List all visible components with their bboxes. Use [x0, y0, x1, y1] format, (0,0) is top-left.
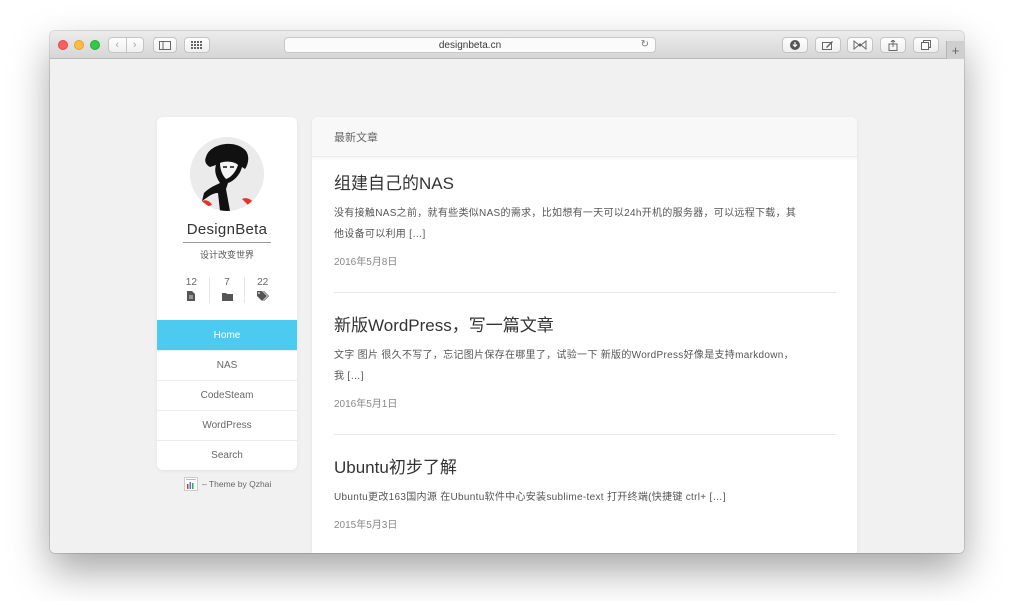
post-item: Ubuntu初步了解 Ubuntu更改163国内源 在Ubuntu软件中心安装s…: [334, 457, 836, 531]
bowtie-icon: [853, 40, 867, 50]
url-text: designbeta.cn: [438, 39, 502, 51]
site-tagline: 设计改变世界: [199, 250, 254, 260]
post-item: 新版WordPress，写一篇文章 文字 图片 很久不写了，忘记图片保存在哪里了…: [334, 315, 836, 410]
post-excerpt: Ubuntu更改163国内源 在Ubuntu软件中心安装sublime-text…: [334, 492, 726, 503]
stat-posts[interactable]: 12: [174, 277, 209, 303]
pencil-icon: [822, 41, 833, 50]
tabs-icon: [921, 40, 931, 50]
menu-item-search[interactable]: Search: [157, 440, 297, 470]
window-controls: [58, 40, 100, 50]
site-name[interactable]: DesignBeta: [157, 221, 297, 238]
tabs-overview-button[interactable]: [913, 37, 939, 53]
post-divider: [334, 434, 836, 435]
menu-item-wordpress[interactable]: WordPress: [157, 410, 297, 440]
close-window-button[interactable]: [58, 40, 68, 50]
post-date: 2016年5月1日: [334, 399, 398, 410]
stat-tags-count: 22: [257, 277, 269, 288]
browser-toolbar: ‹ › designbeta.cn ↻ +: [50, 31, 964, 59]
section-title: 最新文章: [312, 117, 857, 157]
stat-categories[interactable]: 7: [208, 277, 245, 303]
back-button[interactable]: ‹: [109, 38, 126, 52]
browser-window: ‹ › designbeta.cn ↻ + DesignBeta 设计改变世界 …: [50, 31, 964, 553]
address-bar[interactable]: designbeta.cn ↻: [284, 37, 656, 53]
share-icon: [888, 39, 898, 51]
grid-icon: [191, 41, 202, 49]
tags-icon: [256, 291, 269, 301]
menu-item-codesteam[interactable]: CodeSteam: [157, 380, 297, 410]
navigation-buttons: ‹ ›: [108, 37, 144, 53]
page-viewport: DesignBeta 设计改变世界 12 7 22 Home NAS CodeS…: [50, 60, 964, 553]
latest-posts-panel: 最新文章 组建自己的NAS 没有接触NAS之前，就有些类似NAS的需求，比如想有…: [312, 117, 857, 553]
menu-item-home[interactable]: Home: [157, 320, 297, 350]
top-sites-button[interactable]: [184, 37, 210, 53]
theme-credit-text[interactable]: – Theme by Qzhai: [202, 479, 271, 489]
site-stats: 12 7 22: [174, 277, 280, 303]
post-date: 2015年5月3日: [334, 520, 398, 531]
theme-logo-icon[interactable]: [184, 477, 198, 491]
forward-button[interactable]: ›: [125, 38, 144, 52]
post-title[interactable]: Ubuntu初步了解: [334, 457, 836, 479]
sidebar-toggle-button[interactable]: [153, 37, 177, 53]
minimize-window-button[interactable]: [74, 40, 84, 50]
share-button[interactable]: [880, 37, 906, 53]
folder-icon: [221, 291, 233, 301]
zoom-window-button[interactable]: [90, 40, 100, 50]
post-excerpt: 没有接触NAS之前，就有些类似NAS的需求，比如想有一天可以24h开机的服务器，…: [334, 208, 797, 240]
reader-button[interactable]: [847, 37, 873, 53]
stat-categories-count: 7: [224, 277, 230, 288]
post-excerpt: 文字 图片 很久不写了，忘记图片保存在哪里了，试验一下 新版的WordPress…: [334, 350, 794, 382]
post-divider: [334, 292, 836, 293]
post-date: 2016年5月8日: [334, 257, 398, 268]
file-icon: [187, 291, 196, 301]
profile-sidebar: DesignBeta 设计改变世界 12 7 22 Home NAS CodeS…: [157, 117, 297, 470]
stat-posts-count: 12: [185, 277, 197, 288]
new-tab-button[interactable]: +: [946, 41, 964, 59]
post-item: 组建自己的NAS 没有接触NAS之前，就有些类似NAS的需求，比如想有一天可以2…: [334, 173, 836, 268]
downloads-button[interactable]: [782, 37, 808, 53]
post-title[interactable]: 组建自己的NAS: [334, 173, 836, 195]
reload-icon[interactable]: ↻: [641, 39, 649, 50]
theme-credit: – Theme by Qzhai: [184, 477, 271, 491]
sidebar-icon: [159, 40, 171, 50]
stat-tags[interactable]: 22: [244, 277, 280, 303]
menu-item-nas[interactable]: NAS: [157, 350, 297, 380]
download-icon: [790, 40, 800, 50]
avatar-illustration: [190, 137, 264, 211]
avatar: [190, 137, 264, 211]
notes-button[interactable]: [815, 37, 841, 53]
name-divider: [183, 242, 271, 243]
sidebar-menu: Home NAS CodeSteam WordPress Search: [157, 320, 297, 470]
post-title[interactable]: 新版WordPress，写一篇文章: [334, 315, 836, 337]
